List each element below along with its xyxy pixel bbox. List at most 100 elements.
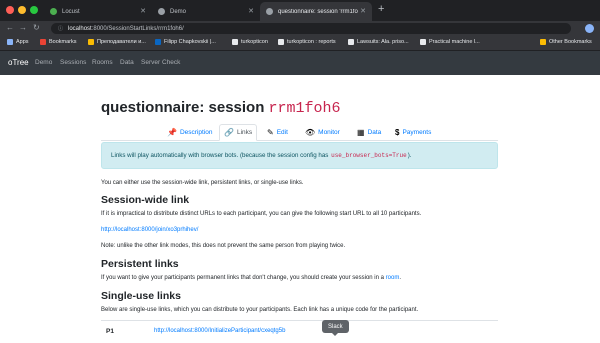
- url-path: :8000/SessionStartLinks/rrm1foh6/: [91, 25, 184, 32]
- page-title: questionnaire: session rrm1foh6: [101, 99, 341, 117]
- pencil-icon: ✎: [267, 127, 274, 137]
- tab-label: Links: [236, 129, 253, 136]
- bookmark-turkopticon-reports[interactable]: turkopticon : reports: [278, 39, 336, 45]
- linkedin-icon: [155, 39, 161, 45]
- tab-monitor[interactable]: 👁 Monitor: [301, 124, 344, 140]
- globe-icon: [348, 39, 354, 45]
- bookmark-label: Bookmarks: [49, 39, 77, 45]
- session-code: rrm1foh6: [268, 100, 341, 117]
- bookmark-bookmarks[interactable]: Bookmarks: [40, 39, 77, 45]
- bookmark-turkopticon[interactable]: turkopticon: [232, 39, 268, 45]
- bookmark-other[interactable]: Other Bookmarks: [540, 39, 592, 45]
- bookmark-label: Other Bookmarks: [549, 39, 592, 45]
- tab-label: Description: [179, 128, 213, 136]
- tab-label: Data: [367, 128, 382, 136]
- browser-toolbar: ← → ↻ ⓘ localhost:8000/SessionStartLinks…: [0, 21, 600, 36]
- persistent-heading: Persistent links: [101, 258, 179, 270]
- table-icon: ▦: [357, 127, 365, 137]
- info-icon[interactable]: ⓘ: [58, 25, 63, 32]
- bookmark-linkedin[interactable]: Filipp Chapkovskii |...: [155, 39, 216, 45]
- tab-title: questionnaire: session 'rrm1foh6': [278, 8, 358, 15]
- bookmark-label: Filipp Chapkovskii |...: [164, 39, 216, 45]
- browser-tab-locust[interactable]: Locust ✕: [44, 2, 152, 21]
- tab-label: Edit: [276, 128, 288, 136]
- nav-server-check[interactable]: Server Check: [141, 59, 180, 66]
- bookmark-label: Lawsuits: Ala. priso...: [357, 39, 409, 45]
- globe-icon: [420, 39, 426, 45]
- address-bar[interactable]: ⓘ localhost:8000/SessionStartLinks/rrm1f…: [51, 23, 571, 34]
- globe-favicon-icon: [158, 8, 165, 15]
- link-icon: 🔗: [224, 128, 234, 137]
- bookmarks-bar: Apps Bookmarks Преподаватели и... Filipp…: [0, 36, 600, 51]
- new-tab-button[interactable]: +: [378, 3, 384, 15]
- minimize-window-button[interactable]: [18, 6, 26, 14]
- bookmark-label: turkopticon: [241, 39, 268, 45]
- session-wide-url[interactable]: http://localhost:8000/join/xo3prhihev/: [101, 227, 198, 233]
- pushpin-icon: 📌: [167, 127, 177, 137]
- tab-title: Locust: [62, 8, 80, 15]
- tab-edit[interactable]: ✎ Edit: [263, 124, 292, 140]
- bookmark-apps[interactable]: Apps: [7, 39, 29, 45]
- browser-tab-demo[interactable]: Demo ✕: [152, 2, 260, 21]
- single-use-heading: Single-use links: [101, 290, 181, 302]
- back-arrow-icon[interactable]: ←: [6, 23, 14, 32]
- eye-icon: 👁: [305, 127, 316, 137]
- apps-grid-icon: [7, 39, 13, 45]
- otree-navbar: oTree Demo Sessions Rooms Data Server Ch…: [0, 51, 600, 75]
- globe-icon: [278, 39, 284, 45]
- bookmark-label: Practical machine l...: [429, 39, 480, 45]
- profile-avatar[interactable]: [585, 24, 594, 33]
- alert-code: use_browser_bots=True: [331, 152, 407, 159]
- persistent-text: If you want to give your participants pe…: [101, 275, 384, 281]
- globe-favicon-icon: [266, 8, 273, 15]
- tab-data[interactable]: ▦ Data: [353, 124, 385, 140]
- browser-tab-bar: Locust ✕ Demo ✕ questionnaire: session '…: [0, 0, 600, 21]
- persistent-suffix: .: [399, 275, 401, 281]
- session-wide-heading: Session-wide link: [101, 194, 190, 206]
- title-prefix: questionnaire: session: [101, 99, 265, 116]
- close-window-button[interactable]: [6, 6, 14, 14]
- session-wide-note: Note: unlike the other link modes, this …: [101, 243, 346, 249]
- locust-favicon-icon: [50, 8, 57, 15]
- bookmark-practical-ml[interactable]: Practical machine l...: [420, 39, 480, 45]
- dollar-icon: $: [395, 127, 400, 137]
- tab-label: Payments: [402, 128, 432, 136]
- globe-icon: [232, 39, 238, 45]
- brand-logo[interactable]: oTree: [8, 58, 29, 67]
- alert-suffix: ).: [407, 152, 412, 159]
- browser-tab-questionnaire[interactable]: questionnaire: session 'rrm1foh6' ✕: [260, 2, 372, 21]
- close-tab-icon[interactable]: ✕: [140, 7, 146, 15]
- url-host: localhost: [68, 25, 92, 32]
- tab-links[interactable]: 🔗 Links: [219, 124, 258, 141]
- nav-demo[interactable]: Demo: [35, 59, 52, 66]
- folder-icon: [88, 39, 94, 45]
- browser-bots-alert: Links will play automatically with brows…: [101, 142, 498, 169]
- nav-rooms[interactable]: Rooms: [92, 59, 113, 66]
- close-tab-icon[interactable]: ✕: [360, 7, 366, 15]
- reload-icon[interactable]: ↻: [33, 23, 40, 32]
- participant-url[interactable]: http://localhost:8000/InitializeParticip…: [154, 328, 285, 334]
- bookmark-label: Apps: [16, 39, 29, 45]
- tab-title: Demo: [170, 8, 187, 15]
- tab-label: Monitor: [318, 128, 340, 136]
- single-use-desc: Below are single-use links, which you ca…: [101, 307, 419, 313]
- close-tab-icon[interactable]: ✕: [248, 7, 254, 15]
- maximize-window-button[interactable]: [30, 6, 38, 14]
- tab-payments[interactable]: $ Payments: [391, 124, 435, 140]
- bookmark-lawsuits[interactable]: Lawsuits: Ala. priso...: [348, 39, 409, 45]
- folder-icon: [540, 39, 546, 45]
- tab-description[interactable]: 📌 Description: [163, 124, 216, 140]
- nav-data[interactable]: Data: [120, 59, 134, 66]
- slack-tooltip: Slack: [322, 320, 349, 336]
- bookmark-label: turkopticon : reports: [287, 39, 336, 45]
- persistent-desc: If you want to give your participants pe…: [101, 275, 401, 281]
- bookmark-star-icon: [40, 39, 46, 45]
- participant-label: P1: [106, 328, 114, 335]
- nav-sessions[interactable]: Sessions: [60, 59, 86, 66]
- session-tabs: 📌 Description 🔗 Links ✎ Edit 👁 Monitor ▦ Data…: [101, 124, 498, 141]
- forward-arrow-icon[interactable]: →: [19, 23, 27, 32]
- bookmark-label: Преподаватели и...: [97, 39, 146, 45]
- intro-text: You can either use the session-wide link…: [101, 180, 304, 186]
- room-link[interactable]: room: [386, 275, 400, 281]
- bookmark-teachers[interactable]: Преподаватели и...: [88, 39, 146, 45]
